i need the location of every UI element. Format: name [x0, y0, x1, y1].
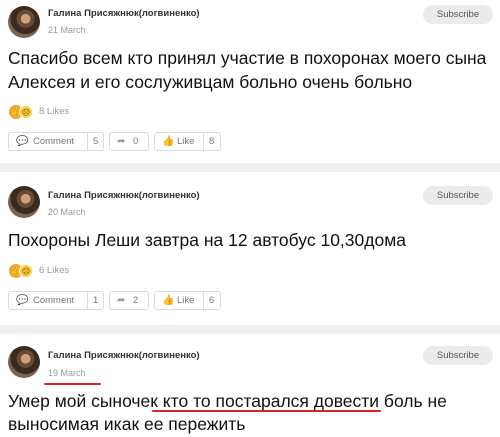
share-button[interactable]: ➦ 0	[109, 132, 149, 151]
comment-count: 5	[87, 133, 98, 150]
subscribe-button[interactable]: Subscribe	[423, 5, 493, 24]
post-text-line-2: Алексея и его сослуживцам больно очень б…	[8, 72, 413, 92]
post-separator	[0, 325, 500, 334]
comment-button[interactable]: 💬 Comment 1	[8, 291, 104, 310]
comment-icon: 💬	[16, 136, 29, 147]
post-1: Галина Присяжнюк(логвиненко) 21 March Su…	[0, 0, 500, 160]
avatar[interactable]	[8, 186, 40, 218]
sad-reaction-icon: ☹	[19, 264, 33, 278]
reactions-summary[interactable]: 👍 ☹ 8 Likes	[9, 105, 89, 119]
post-text-line-2: выносимая икак ее пережить	[8, 414, 246, 434]
post-actions: 💬 Comment 5 ➦ 0 👍 Like 8	[8, 132, 228, 151]
subscribe-button[interactable]: Subscribe	[423, 346, 493, 365]
comment-label: Comment	[33, 295, 75, 306]
likes-count: 8 Likes	[39, 106, 70, 117]
comment-count: 1	[87, 292, 98, 309]
subscribe-button[interactable]: Subscribe	[423, 186, 493, 205]
comment-button[interactable]: 💬 Comment 5	[8, 132, 104, 151]
like-count: 6	[203, 292, 214, 309]
post-separator	[0, 163, 500, 172]
thumbs-up-icon: 👍	[162, 136, 175, 147]
post-author[interactable]: Галина Присяжнюк(логвиненко)	[48, 190, 200, 201]
post-text-line-1: Похороны Леши завтра на 12 автобус 10,30…	[8, 230, 406, 250]
post-text-line-1: Спасибо всем кто принял участие в похоро…	[8, 48, 487, 68]
comment-icon: 💬	[16, 295, 29, 306]
share-icon: ➦	[117, 136, 126, 147]
post-3: Галина Присяжнюк(логвиненко) 19 March Su…	[0, 334, 500, 437]
post-author[interactable]: Галина Присяжнюк(логвиненко)	[48, 350, 200, 361]
post-actions: 💬 Comment 1 ➦ 2 👍 Like 6	[8, 291, 228, 310]
reactions-summary[interactable]: 👍 ☹ 6 Likes	[9, 264, 89, 278]
share-count: 2	[133, 295, 139, 306]
like-button[interactable]: 👍 Like 8	[154, 132, 221, 151]
avatar[interactable]	[8, 346, 40, 378]
post-date[interactable]: 21 March	[48, 25, 86, 35]
text-highlight-underline	[152, 410, 381, 412]
avatar[interactable]	[8, 6, 40, 38]
like-label: Like	[177, 136, 195, 147]
comment-label: Comment	[33, 136, 75, 147]
post-date[interactable]: 19 March	[48, 368, 86, 378]
like-count: 8	[203, 133, 214, 150]
share-icon: ➦	[117, 295, 126, 306]
like-button[interactable]: 👍 Like 6	[154, 291, 221, 310]
date-highlight-underline	[44, 383, 101, 385]
post-date[interactable]: 20 March	[48, 207, 86, 217]
thumbs-up-icon: 👍	[162, 295, 175, 306]
likes-count: 6 Likes	[39, 265, 70, 276]
share-button[interactable]: ➦ 2	[109, 291, 149, 310]
post-author[interactable]: Галина Присяжнюк(логвиненко)	[48, 8, 200, 19]
post-2: Галина Присяжнюк(логвиненко) 20 March Su…	[0, 172, 500, 322]
like-label: Like	[177, 295, 195, 306]
share-count: 0	[133, 136, 139, 147]
sad-reaction-icon: ☹	[19, 105, 33, 119]
